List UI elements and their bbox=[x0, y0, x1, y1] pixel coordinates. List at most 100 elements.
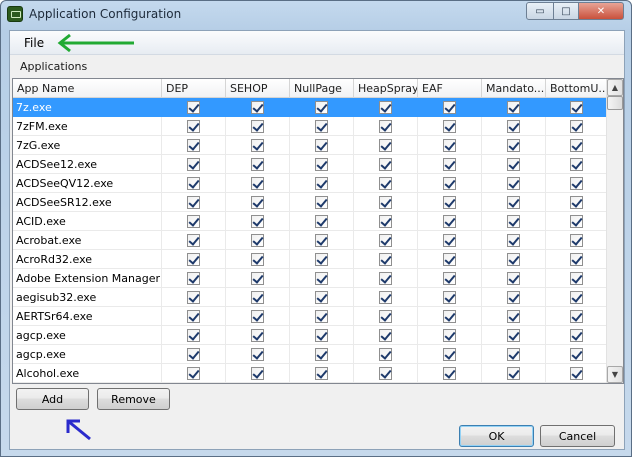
mitigation-checkbox[interactable] bbox=[379, 176, 392, 190]
mitigation-checkbox[interactable] bbox=[315, 290, 328, 304]
column-header-4[interactable]: HeapSpray bbox=[354, 79, 418, 98]
mitigation-checkbox[interactable] bbox=[187, 347, 200, 361]
mitigation-checkbox[interactable] bbox=[507, 138, 520, 152]
column-header-6[interactable]: Mandato... bbox=[482, 79, 546, 98]
mitigation-checkbox[interactable] bbox=[315, 176, 328, 190]
mitigation-checkbox[interactable] bbox=[443, 176, 456, 190]
scroll-thumb[interactable] bbox=[607, 96, 623, 110]
mitigation-checkbox[interactable] bbox=[315, 214, 328, 228]
mitigation-checkbox[interactable] bbox=[569, 233, 583, 247]
mitigation-checkbox[interactable] bbox=[443, 138, 456, 152]
mitigation-checkbox[interactable] bbox=[379, 119, 392, 133]
menu-file[interactable]: File bbox=[24, 36, 44, 50]
table-row[interactable]: ACDSee12.exe bbox=[13, 155, 607, 174]
mitigation-checkbox[interactable] bbox=[251, 157, 264, 171]
mitigation-checkbox[interactable] bbox=[443, 233, 456, 247]
mitigation-checkbox[interactable] bbox=[379, 366, 392, 380]
column-header-0[interactable]: App Name bbox=[13, 79, 162, 98]
mitigation-checkbox[interactable] bbox=[569, 366, 583, 380]
scroll-up-button[interactable]: ▲ bbox=[607, 79, 623, 96]
table-row[interactable]: Acrobat.exe bbox=[13, 231, 607, 250]
table-row[interactable]: ACID.exe bbox=[13, 212, 607, 231]
mitigation-checkbox[interactable] bbox=[251, 366, 264, 380]
mitigation-checkbox[interactable] bbox=[251, 214, 264, 228]
table-row[interactable]: 7z.exe bbox=[13, 98, 607, 117]
mitigation-checkbox[interactable] bbox=[379, 157, 392, 171]
mitigation-checkbox[interactable] bbox=[443, 290, 456, 304]
table-row[interactable]: Alcohol.exe bbox=[13, 364, 607, 383]
mitigation-checkbox[interactable] bbox=[187, 157, 200, 171]
mitigation-checkbox[interactable] bbox=[507, 309, 520, 323]
table-row[interactable]: aegisub32.exe bbox=[13, 288, 607, 307]
table-row[interactable]: 7zG.exe bbox=[13, 136, 607, 155]
mitigation-checkbox[interactable] bbox=[507, 290, 520, 304]
maximize-button[interactable]: □ bbox=[553, 2, 579, 20]
table-row[interactable]: AERTSr64.exe bbox=[13, 307, 607, 326]
vertical-scrollbar[interactable]: ▲ ▼ bbox=[606, 79, 623, 383]
mitigation-checkbox[interactable] bbox=[379, 290, 392, 304]
mitigation-checkbox[interactable] bbox=[251, 290, 264, 304]
mitigation-checkbox[interactable] bbox=[569, 290, 583, 304]
mitigation-checkbox[interactable] bbox=[443, 214, 456, 228]
mitigation-checkbox[interactable] bbox=[187, 100, 200, 114]
mitigation-checkbox[interactable] bbox=[569, 100, 583, 114]
mitigation-checkbox[interactable] bbox=[507, 157, 520, 171]
ok-button[interactable]: OK bbox=[459, 425, 534, 447]
mitigation-checkbox[interactable] bbox=[569, 252, 583, 266]
mitigation-checkbox[interactable] bbox=[507, 119, 520, 133]
mitigation-checkbox[interactable] bbox=[187, 290, 200, 304]
table-row[interactable]: AcroRd32.exe bbox=[13, 250, 607, 269]
table-row[interactable]: ACDSeeQV12.exe bbox=[13, 174, 607, 193]
mitigation-checkbox[interactable] bbox=[315, 309, 328, 323]
mitigation-checkbox[interactable] bbox=[379, 100, 392, 114]
mitigation-checkbox[interactable] bbox=[507, 176, 520, 190]
mitigation-checkbox[interactable] bbox=[187, 309, 200, 323]
mitigation-checkbox[interactable] bbox=[379, 138, 392, 152]
column-header-7[interactable]: BottomU... bbox=[546, 79, 607, 98]
mitigation-checkbox[interactable] bbox=[569, 347, 583, 361]
mitigation-checkbox[interactable] bbox=[251, 195, 264, 209]
table-row[interactable]: 7zFM.exe bbox=[13, 117, 607, 136]
mitigation-checkbox[interactable] bbox=[251, 328, 264, 342]
mitigation-checkbox[interactable] bbox=[187, 176, 200, 190]
column-header-3[interactable]: NullPage bbox=[290, 79, 354, 98]
mitigation-checkbox[interactable] bbox=[315, 328, 328, 342]
mitigation-checkbox[interactable] bbox=[379, 214, 392, 228]
table-row[interactable]: Adobe Extension Manager ... bbox=[13, 269, 607, 288]
add-button[interactable]: Add bbox=[16, 388, 89, 410]
mitigation-checkbox[interactable] bbox=[315, 347, 328, 361]
mitigation-checkbox[interactable] bbox=[569, 138, 583, 152]
mitigation-checkbox[interactable] bbox=[187, 328, 200, 342]
mitigation-checkbox[interactable] bbox=[251, 176, 264, 190]
mitigation-checkbox[interactable] bbox=[251, 347, 264, 361]
minimize-button[interactable]: ▭ bbox=[526, 2, 554, 20]
mitigation-checkbox[interactable] bbox=[251, 138, 264, 152]
mitigation-checkbox[interactable] bbox=[187, 366, 200, 380]
column-header-1[interactable]: DEP bbox=[162, 79, 226, 98]
mitigation-checkbox[interactable] bbox=[379, 309, 392, 323]
mitigation-checkbox[interactable] bbox=[251, 119, 264, 133]
mitigation-checkbox[interactable] bbox=[443, 100, 456, 114]
table-row[interactable]: ACDSeeSR12.exe bbox=[13, 193, 607, 212]
mitigation-checkbox[interactable] bbox=[187, 233, 200, 247]
mitigation-checkbox[interactable] bbox=[315, 233, 328, 247]
mitigation-checkbox[interactable] bbox=[569, 176, 583, 190]
mitigation-checkbox[interactable] bbox=[251, 252, 264, 266]
mitigation-checkbox[interactable] bbox=[251, 233, 264, 247]
mitigation-checkbox[interactable] bbox=[507, 271, 520, 285]
close-button[interactable]: ✕ bbox=[578, 2, 624, 20]
mitigation-checkbox[interactable] bbox=[569, 328, 583, 342]
mitigation-checkbox[interactable] bbox=[251, 309, 264, 323]
mitigation-checkbox[interactable] bbox=[507, 252, 520, 266]
mitigation-checkbox[interactable] bbox=[507, 366, 520, 380]
mitigation-checkbox[interactable] bbox=[443, 309, 456, 323]
table-row[interactable]: agcp.exe bbox=[13, 345, 607, 364]
mitigation-checkbox[interactable] bbox=[507, 214, 520, 228]
mitigation-checkbox[interactable] bbox=[187, 119, 200, 133]
mitigation-checkbox[interactable] bbox=[569, 195, 583, 209]
mitigation-checkbox[interactable] bbox=[187, 138, 200, 152]
mitigation-checkbox[interactable] bbox=[379, 195, 392, 209]
mitigation-checkbox[interactable] bbox=[251, 271, 264, 285]
mitigation-checkbox[interactable] bbox=[443, 271, 456, 285]
mitigation-checkbox[interactable] bbox=[187, 271, 200, 285]
